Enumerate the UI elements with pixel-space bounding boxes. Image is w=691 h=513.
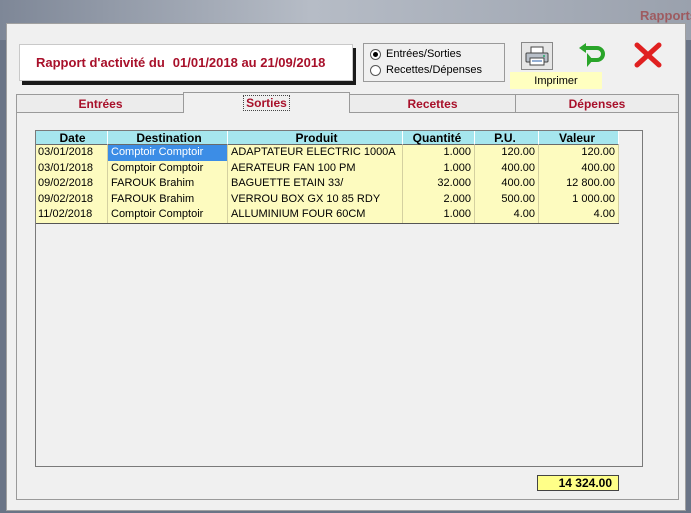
tab-entrees[interactable]: Entrées [16,94,185,112]
mode-option-label: Recettes/Dépenses [386,64,482,76]
column-header-date[interactable]: Date [36,131,108,145]
cell-date: 11/02/2018 [36,207,108,223]
mode-option-label: Entrées/Sorties [386,48,462,60]
cell-valeur: 12 800.00 [539,176,619,192]
radio-unchecked-icon[interactable] [370,64,381,76]
cell-destination: FAROUK Brahim [108,191,228,207]
undo-arrow-icon [579,43,605,67]
tab-depenses[interactable]: Dépenses [515,94,679,112]
cell-valeur: 4.00 [539,207,619,223]
table-row[interactable]: 09/02/2018 FAROUK Brahim BAGUETTE ETAIN … [36,176,619,192]
cell-pu: 400.00 [475,160,539,176]
cell-valeur: 1 000.00 [539,191,619,207]
cell-date: 09/02/2018 [36,191,108,207]
sorties-table[interactable]: Date Destination Produit Quantité P.U. V… [35,130,643,467]
close-button[interactable] [631,40,665,70]
tab-label: Sorties [243,95,290,111]
column-header-produit[interactable]: Produit [228,131,403,145]
total-value: 14 324.00 [537,475,619,491]
tab-label: Recettes [407,96,458,111]
table-body: 03/01/2018 Comptoir Comptoir ADAPTATEUR … [36,145,619,224]
table-row[interactable]: 03/01/2018 Comptoir Comptoir AERATEUR FA… [36,160,619,176]
undo-button[interactable] [575,40,609,70]
cell-quantite: 1.000 [403,145,475,161]
column-header-pu[interactable]: P.U. [475,131,539,145]
column-header-destination[interactable]: Destination [108,131,228,145]
column-header-valeur[interactable]: Valeur [539,131,619,145]
cell-destination: Comptoir Comptoir [108,207,228,223]
cell-destination: FAROUK Brahim [108,176,228,192]
cell-date: 03/01/2018 [36,160,108,176]
mode-option-recettes-depenses[interactable]: Recettes/Dépenses [370,62,498,78]
print-button-label[interactable]: Imprimer [510,72,602,89]
close-icon [634,42,662,68]
mode-option-entrees-sorties[interactable]: Entrées/Sorties [370,46,498,62]
cell-produit: ADAPTATEUR ELECTRIC 1000A [228,145,403,161]
tab-panel: Date Destination Produit Quantité P.U. V… [16,112,679,500]
activity-report-dialog: Rapport d'activité du 01/01/2018 au 21/0… [6,23,686,511]
print-button[interactable] [521,42,553,70]
cell-valeur: 120.00 [539,145,619,161]
report-title-label: Rapport d'activité du [36,55,165,70]
report-mode-group: Entrées/Sorties Recettes/Dépenses [363,43,505,82]
radio-checked-icon[interactable] [370,48,381,60]
background-window-title: Rapports [639,8,691,23]
cell-destination: Comptoir Comptoir [108,160,228,176]
cell-produit: AERATEUR FAN 100 PM [228,160,403,176]
cell-date: 09/02/2018 [36,176,108,192]
cell-produit: VERROU BOX GX 10 85 RDY [228,191,403,207]
column-header-quantite[interactable]: Quantité [403,131,475,145]
cell-pu: 4.00 [475,207,539,223]
cell-quantite: 2.000 [403,191,475,207]
table-row[interactable]: 11/02/2018 Comptoir Comptoir ALLUMINIUM … [36,207,619,223]
cell-date: 03/01/2018 [36,145,108,161]
tab-sorties[interactable]: Sorties [183,92,350,113]
table-row[interactable]: 09/02/2018 FAROUK Brahim VERROU BOX GX 1… [36,191,619,207]
tab-label: Entrées [78,96,123,111]
table-row[interactable]: 03/01/2018 Comptoir Comptoir ADAPTATEUR … [36,145,619,161]
cell-produit: ALLUMINIUM FOUR 60CM [228,207,403,223]
cell-quantite: 1.000 [403,207,475,223]
cell-pu: 120.00 [475,145,539,161]
table-header: Date Destination Produit Quantité P.U. V… [36,131,642,145]
cell-quantite: 32.000 [403,176,475,192]
cell-produit: BAGUETTE ETAIN 33/ [228,176,403,192]
tab-recettes[interactable]: Recettes [349,94,516,112]
report-tabs: Entrées Sorties Recettes Dépenses [16,92,679,113]
cell-pu: 500.00 [475,191,539,207]
report-title-dates: 01/01/2018 au 21/09/2018 [172,55,326,70]
cell-pu: 400.00 [475,176,539,192]
report-title: Rapport d'activité du 01/01/2018 au 21/0… [19,44,353,81]
cell-destination[interactable]: Comptoir Comptoir [108,145,228,161]
cell-quantite: 1.000 [403,160,475,176]
tab-label: Dépenses [568,96,626,111]
cell-valeur: 400.00 [539,160,619,176]
printer-icon [525,46,549,66]
